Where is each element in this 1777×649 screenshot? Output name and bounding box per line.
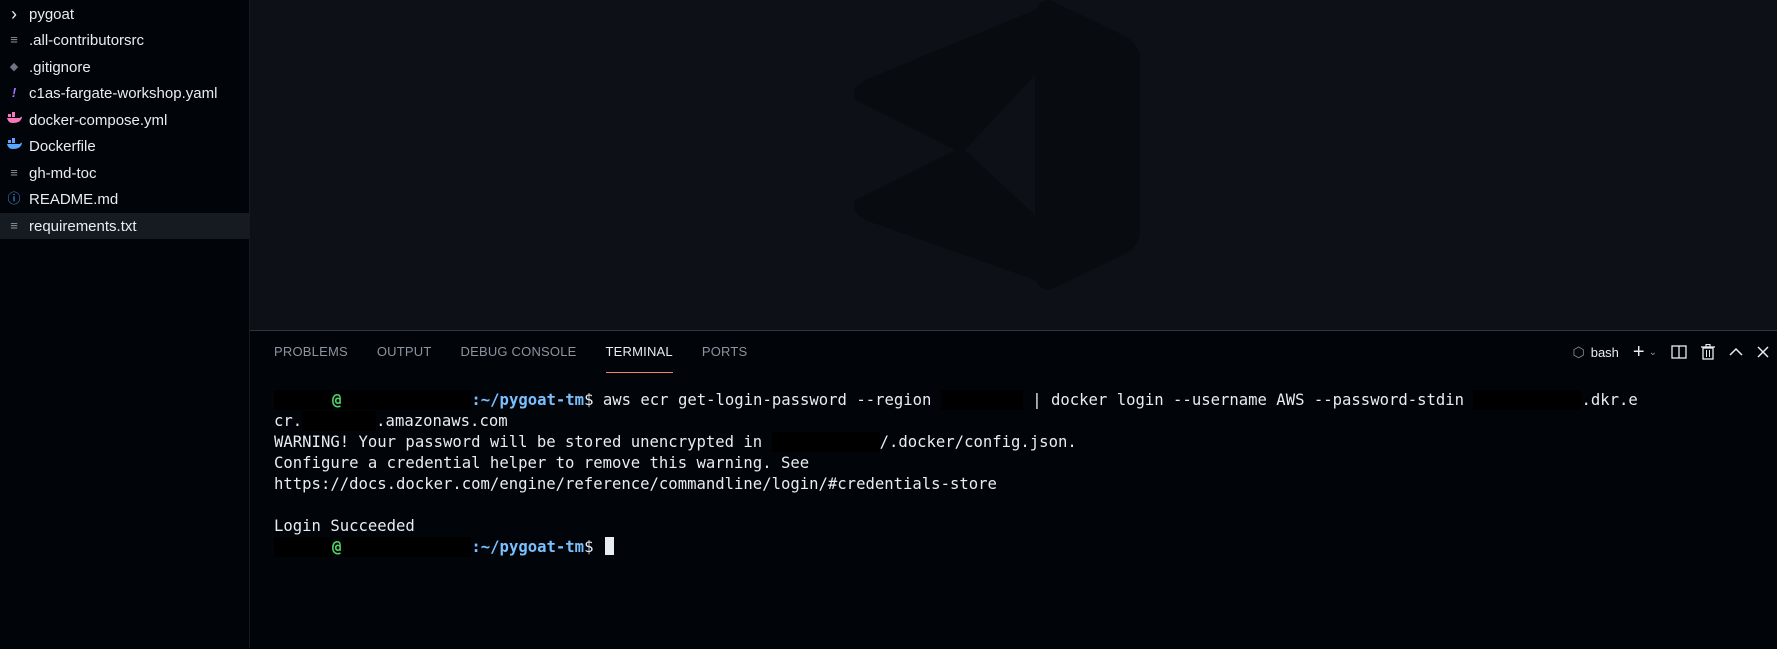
tree-item-all-contributorsrc[interactable]: ≡ .all-contributorsrc	[0, 27, 249, 53]
tab-output[interactable]: OUTPUT	[377, 331, 432, 373]
text-file-icon: ≡	[10, 32, 18, 47]
editor-empty-area	[250, 0, 1777, 330]
redacted-home-path	[771, 432, 880, 452]
tree-item-yaml[interactable]: ! c1as-fargate-workshop.yaml	[0, 80, 249, 106]
tree-item-requirements[interactable]: ≡ requirements.txt	[0, 213, 249, 239]
text-file-icon: ≡	[10, 165, 18, 180]
terminal-line: @ :~/pygoat-tm$	[274, 537, 1638, 558]
shell-label: bash	[1590, 344, 1619, 360]
terminal-cursor	[604, 537, 614, 555]
tree-item-label: Dockerfile	[29, 137, 96, 155]
tree-item-docker-compose[interactable]: docker-compose.yml	[0, 107, 249, 133]
tree-item-label: requirements.txt	[29, 217, 137, 235]
tree-item-gitignore[interactable]: ◆ .gitignore	[0, 54, 249, 80]
tree-item-label: pygoat	[29, 5, 75, 23]
command-text: .dkr.e	[1581, 391, 1638, 409]
git-file-icon: ◆	[9, 61, 19, 73]
tab-debug-console[interactable]: DEBUG CONSOLE	[461, 331, 577, 373]
maximize-panel-button[interactable]	[1729, 347, 1743, 357]
tab-problems[interactable]: PROBLEMS	[274, 331, 348, 373]
split-icon	[1671, 345, 1687, 359]
vscode-logo-watermark-icon	[853, 0, 1140, 290]
panel-actions: ⬡ bash + ⌄	[1572, 331, 1769, 373]
kill-terminal-button[interactable]	[1701, 344, 1715, 360]
command-text: | docker login --username AWS --password…	[1022, 391, 1474, 409]
panel-tabs: PROBLEMS OUTPUT DEBUG CONSOLE TERMINAL P…	[274, 331, 747, 373]
redacted-hostname	[341, 390, 472, 410]
explorer-sidebar: › pygoat ≡ .all-contributorsrc ◆ .gitign…	[0, 0, 250, 648]
warning-text: /.docker/config.json.	[879, 433, 1077, 451]
yaml-file-icon: !	[11, 85, 17, 100]
tree-item-readme[interactable]: ⓘ README.md	[0, 186, 249, 212]
docker-icon	[6, 133, 22, 159]
tree-item-label: .gitignore	[29, 58, 91, 76]
tab-terminal[interactable]: TERMINAL	[605, 331, 673, 373]
terminal-shell-icon: ⬡	[1572, 343, 1585, 360]
bottom-panel: PROBLEMS OUTPUT DEBUG CONSOLE TERMINAL P…	[250, 330, 1777, 649]
prompt-at: @	[332, 538, 342, 556]
terminal-line: WARNING! Your password will be stored un…	[274, 432, 1638, 453]
terminal-line: @:~/pygoat-tm$ aws ecr get-login-passwor…	[274, 390, 1638, 411]
prompt-at: @	[332, 391, 342, 409]
terminal-output[interactable]: @:~/pygoat-tm$ aws ecr get-login-passwor…	[274, 390, 1638, 558]
terminal-line: Login Succeeded	[274, 517, 415, 535]
prompt-path: :~/pygoat-tm	[471, 391, 585, 409]
redacted-region	[940, 390, 1023, 410]
command-text: .amazonaws.com	[376, 412, 508, 430]
tree-item-gh-md-toc[interactable]: ≡ gh-md-toc	[0, 160, 249, 186]
command-text: cr.	[274, 412, 303, 430]
terminal-line: cr. .amazonaws.com	[274, 411, 1638, 432]
trash-icon	[1701, 344, 1715, 360]
redacted-username	[274, 390, 332, 410]
close-icon	[1757, 346, 1769, 358]
redacted-username	[274, 537, 332, 557]
tree-item-label: README.md	[29, 190, 119, 208]
prompt-symbol: $	[584, 538, 594, 556]
terminal-line: Configure a credential helper to remove …	[274, 454, 810, 472]
command-text: aws ecr get-login-password --region	[593, 391, 941, 409]
tree-item-label: docker-compose.yml	[29, 111, 168, 129]
tree-item-label: c1as-fargate-workshop.yaml	[29, 84, 218, 102]
redacted-hostname	[341, 537, 472, 557]
tree-item-label: .all-contributorsrc	[29, 31, 145, 49]
redacted-region	[302, 411, 377, 431]
warning-text: WARNING! Your password will be stored un…	[274, 433, 772, 451]
terminal-line-url[interactable]: https://docs.docker.com/engine/reference…	[274, 474, 1638, 495]
tree-item-dockerfile[interactable]: Dockerfile	[0, 133, 249, 159]
redacted-account-id	[1473, 390, 1582, 410]
close-panel-button[interactable]	[1757, 346, 1769, 358]
chevron-right-icon: ›	[11, 4, 17, 24]
docker-compose-icon	[6, 107, 22, 133]
prompt-path: :~/pygoat-tm	[471, 538, 585, 556]
tree-item-label: gh-md-toc	[29, 164, 97, 182]
split-terminal-button[interactable]	[1671, 345, 1687, 359]
new-terminal-button[interactable]: + ⌄	[1633, 342, 1657, 362]
plus-icon: +	[1632, 341, 1645, 363]
tree-item-pygoat-folder[interactable]: › pygoat	[0, 1, 249, 27]
chevron-up-icon	[1729, 347, 1743, 356]
chevron-down-icon: ⌄	[1648, 346, 1657, 358]
text-file-icon: ≡	[10, 218, 18, 233]
info-icon: ⓘ	[7, 191, 21, 206]
shell-selector[interactable]: ⬡ bash	[1572, 344, 1618, 361]
tab-ports[interactable]: PORTS	[702, 331, 748, 373]
